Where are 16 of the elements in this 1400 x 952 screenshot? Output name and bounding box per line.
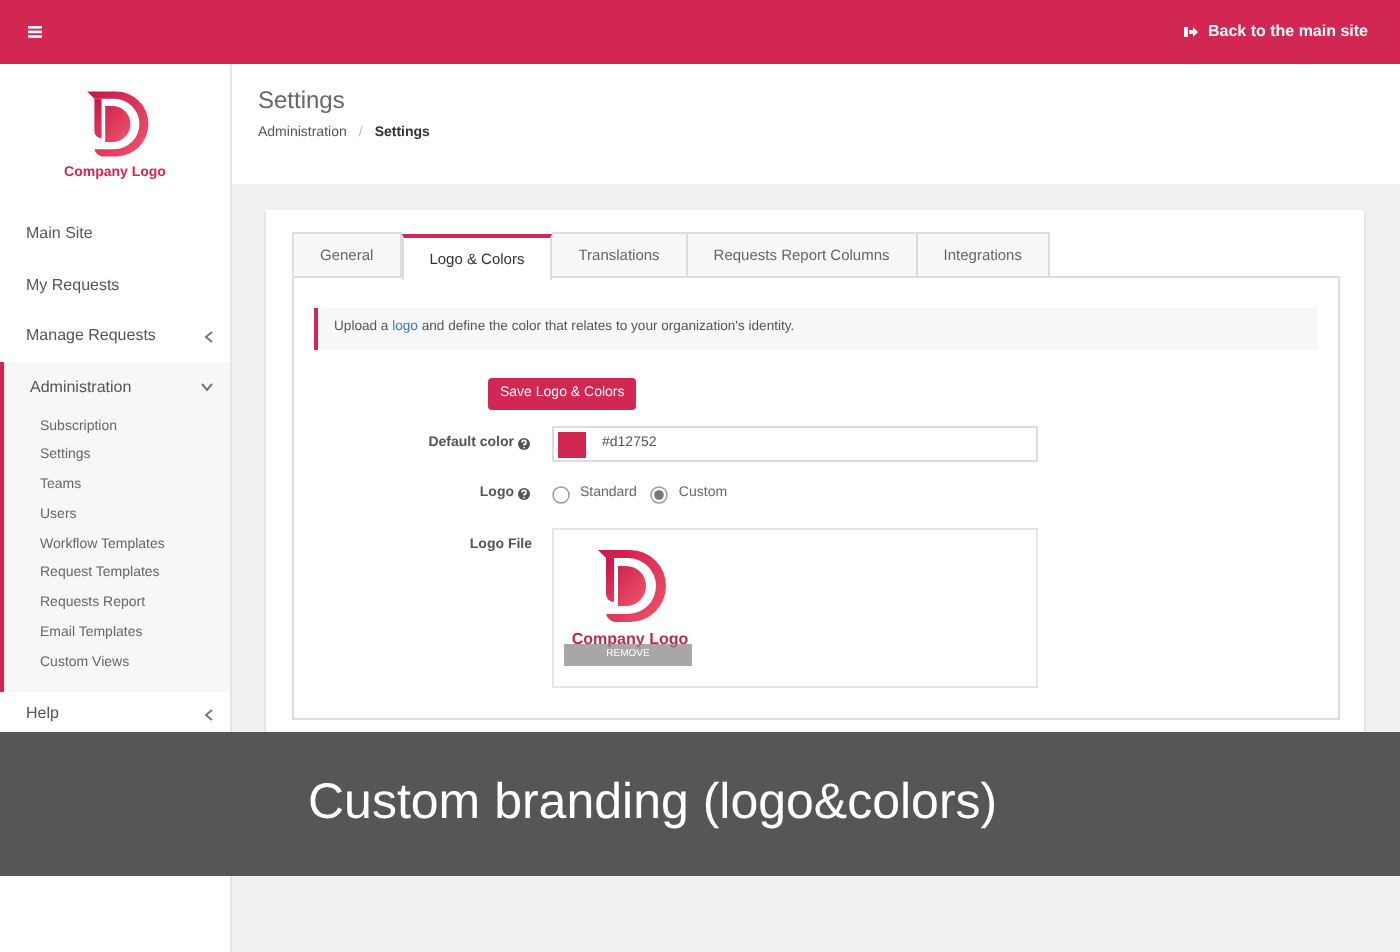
exit-icon xyxy=(1183,26,1198,38)
radio-button[interactable] xyxy=(552,485,570,504)
sidebar-item[interactable]: Main Site xyxy=(0,209,230,260)
menu-icon[interactable] xyxy=(28,26,42,38)
help-icon xyxy=(518,438,530,450)
color-swatch[interactable] xyxy=(558,431,586,457)
page-title: Settings xyxy=(258,84,347,118)
sidebar-item[interactable]: Manage Requests xyxy=(0,311,230,362)
company-logo-text: Company Logo xyxy=(571,629,689,647)
radio-button[interactable] xyxy=(650,485,669,504)
sidebar-item[interactable]: My Requests xyxy=(0,260,230,311)
help-icon xyxy=(518,488,530,501)
sidebar-item[interactable]: Administration xyxy=(4,362,230,413)
caption-text: Custom branding (logo&colors) xyxy=(308,772,998,835)
sidebar-item[interactable]: Help xyxy=(0,699,230,730)
back-link[interactable]: Back to the main site xyxy=(1183,20,1372,44)
